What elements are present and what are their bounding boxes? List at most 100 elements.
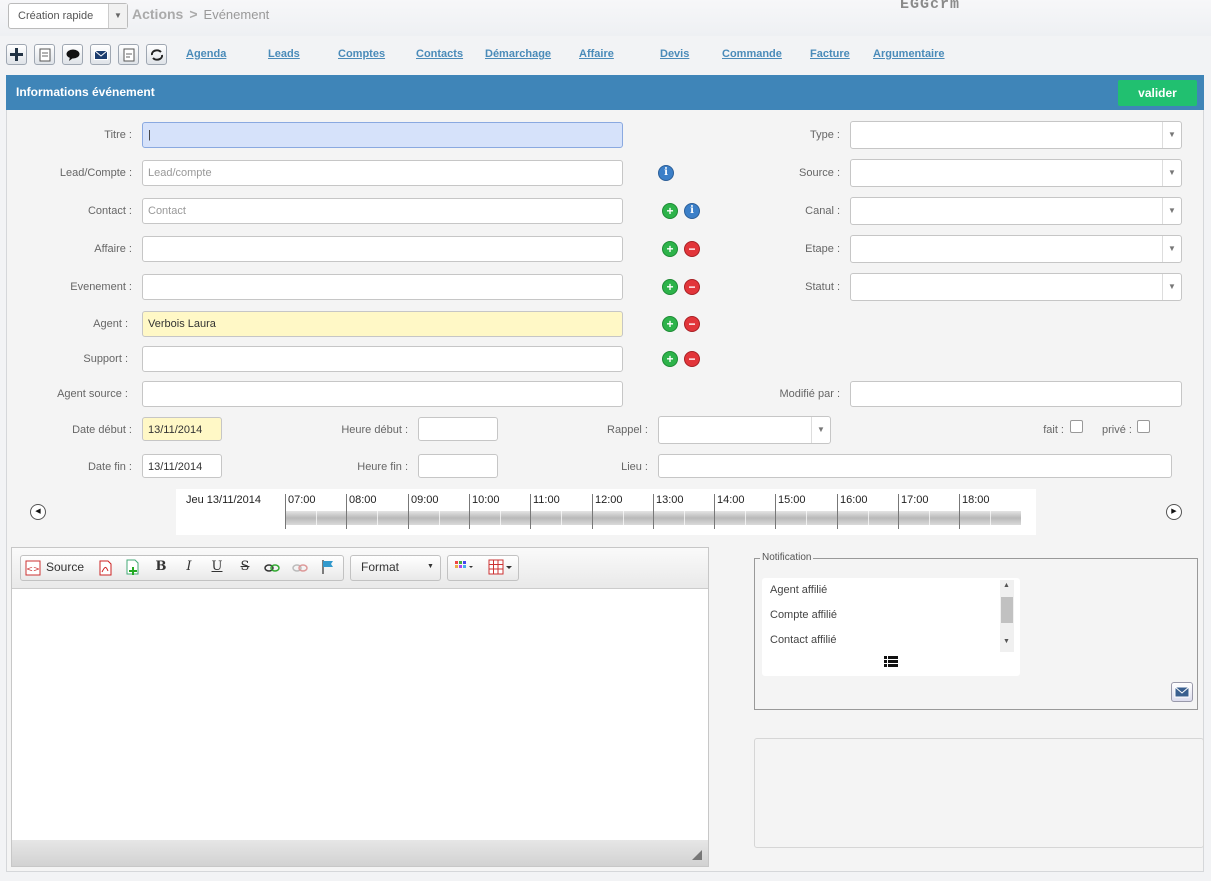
timeline-half-hour-mark (684, 511, 685, 525)
chevron-down-icon: ▼ (1162, 198, 1181, 224)
list-item[interactable]: Agent affilié (770, 584, 827, 596)
etape-label: Etape : (805, 243, 840, 255)
timeline-next-icon[interactable]: ▶ (1166, 504, 1182, 520)
source-select[interactable]: ▼ (850, 159, 1182, 187)
date-fin-input[interactable]: 13/11/2014 (142, 454, 222, 478)
resize-handle-icon[interactable] (692, 850, 702, 860)
rich-text-editor[interactable] (11, 547, 709, 867)
prive-checkbox[interactable] (1137, 420, 1150, 433)
timeline-hour-line (592, 494, 593, 529)
date-debut-input[interactable]: 13/11/2014 (142, 417, 222, 441)
add-contact-icon[interactable]: + (662, 203, 678, 219)
fait-checkbox[interactable] (1070, 420, 1083, 433)
nav-leads[interactable]: Leads (268, 48, 300, 60)
heure-debut-input[interactable] (418, 417, 498, 441)
bold-button[interactable]: B (152, 559, 170, 574)
lieu-input[interactable] (658, 454, 1172, 478)
remove-affaire-icon[interactable]: − (684, 241, 700, 257)
statut-select[interactable]: ▼ (850, 273, 1182, 301)
timeline-hour-line (775, 494, 776, 529)
valider-button[interactable]: valider (1118, 80, 1197, 106)
list-icon[interactable] (884, 656, 898, 670)
unlink-icon[interactable] (292, 561, 308, 578)
scroll-down-icon[interactable]: ▼ (1003, 638, 1010, 645)
nav-devis[interactable]: Devis (660, 48, 689, 60)
scrollbar-thumb[interactable] (1001, 597, 1013, 623)
rappel-select[interactable]: ▼ (658, 416, 831, 444)
contact-input[interactable]: Contact (142, 198, 623, 224)
table-icon[interactable] (488, 559, 516, 578)
notification-legend: Notification (760, 552, 814, 563)
info-icon[interactable]: i (658, 165, 674, 181)
sync-icon[interactable] (146, 44, 167, 65)
timeline-hour-label: 18:00 (962, 494, 990, 506)
timeline-hour-line (469, 494, 470, 529)
timeline-prev-icon[interactable]: ◀ (30, 504, 46, 520)
add-evenement-icon[interactable]: + (662, 279, 678, 295)
timeline-hour-line (653, 494, 654, 529)
date-fin-label: Date fin : (87, 461, 132, 473)
nav-demarchage[interactable]: Démarchage (485, 48, 551, 60)
list-item[interactable]: Compte affilié (770, 609, 837, 621)
info-icon[interactable]: i (684, 203, 700, 219)
titre-input[interactable]: | (142, 122, 623, 148)
send-mail-button[interactable] (1171, 682, 1193, 702)
evenement-label: Evenement : (70, 281, 132, 293)
affaire-input[interactable] (142, 236, 623, 262)
heure-fin-input[interactable] (418, 454, 498, 478)
nav-agenda[interactable]: Agenda (186, 48, 226, 60)
remove-support-icon[interactable]: − (684, 351, 700, 367)
timeline-day: Jeu 13/11/2014 (186, 494, 262, 506)
timeline-hour-label: 11:00 (533, 494, 560, 506)
timeline-half-hour-mark (990, 511, 991, 525)
heure-fin-label: Heure fin : (357, 461, 408, 473)
pdf-icon[interactable] (97, 560, 113, 579)
add-agent-icon[interactable]: + (662, 316, 678, 332)
link-icon[interactable] (264, 561, 280, 578)
timeline-hour-line (898, 494, 899, 529)
fait-label: fait : (1043, 424, 1064, 436)
underline-button[interactable]: U (208, 559, 226, 574)
remove-evenement-icon[interactable]: − (684, 279, 700, 295)
evenement-input[interactable] (142, 274, 623, 300)
type-select[interactable]: ▼ (850, 121, 1182, 149)
note-icon[interactable] (118, 44, 139, 65)
modifie-par-input[interactable] (850, 381, 1182, 407)
list-item[interactable]: Contact affilié (770, 634, 836, 646)
source-icon[interactable]: <> (25, 560, 41, 579)
add-affaire-icon[interactable]: + (662, 241, 678, 257)
nav-commande[interactable]: Commande (722, 48, 782, 60)
mail-icon[interactable] (90, 44, 111, 65)
etape-select[interactable]: ▼ (850, 235, 1182, 263)
breadcrumb-actions[interactable]: Actions (132, 6, 183, 22)
timeline-half-hour-mark (929, 511, 930, 525)
add-support-icon[interactable]: + (662, 351, 678, 367)
timeline-half-hour-mark (439, 511, 440, 525)
timeline-hour-label: 08:00 (349, 494, 377, 506)
agent-source-input[interactable] (142, 381, 623, 407)
canal-select[interactable]: ▼ (850, 197, 1182, 225)
nav-facture[interactable]: Facture (810, 48, 850, 60)
quick-create-select[interactable]: Création rapide ▼ (8, 3, 128, 29)
lead-compte-input[interactable]: Lead/compte (142, 160, 623, 186)
agent-input[interactable]: Verbois Laura (142, 311, 623, 337)
source-button[interactable]: Source (46, 560, 84, 574)
plus-icon[interactable] (6, 44, 27, 65)
remove-agent-icon[interactable]: − (684, 316, 700, 332)
support-input[interactable] (142, 346, 623, 372)
timeline-hour-line (959, 494, 960, 529)
lead-compte-label: Lead/Compte : (59, 167, 132, 179)
comment-icon[interactable] (62, 44, 83, 65)
editor-footer (12, 840, 708, 866)
nav-contacts[interactable]: Contacts (416, 48, 463, 60)
italic-button[interactable]: I (180, 559, 198, 574)
scroll-up-icon[interactable]: ▲ (1003, 582, 1010, 589)
new-page-icon[interactable] (124, 558, 142, 579)
document-icon[interactable] (34, 44, 55, 65)
nav-argumentaire[interactable]: Argumentaire (873, 48, 945, 60)
strikethrough-button[interactable]: S (236, 559, 254, 574)
nav-comptes[interactable]: Comptes (338, 48, 385, 60)
nav-affaire[interactable]: Affaire (579, 48, 614, 60)
anchor-flag-icon[interactable] (320, 559, 336, 578)
color-grid-icon[interactable] (455, 561, 475, 576)
